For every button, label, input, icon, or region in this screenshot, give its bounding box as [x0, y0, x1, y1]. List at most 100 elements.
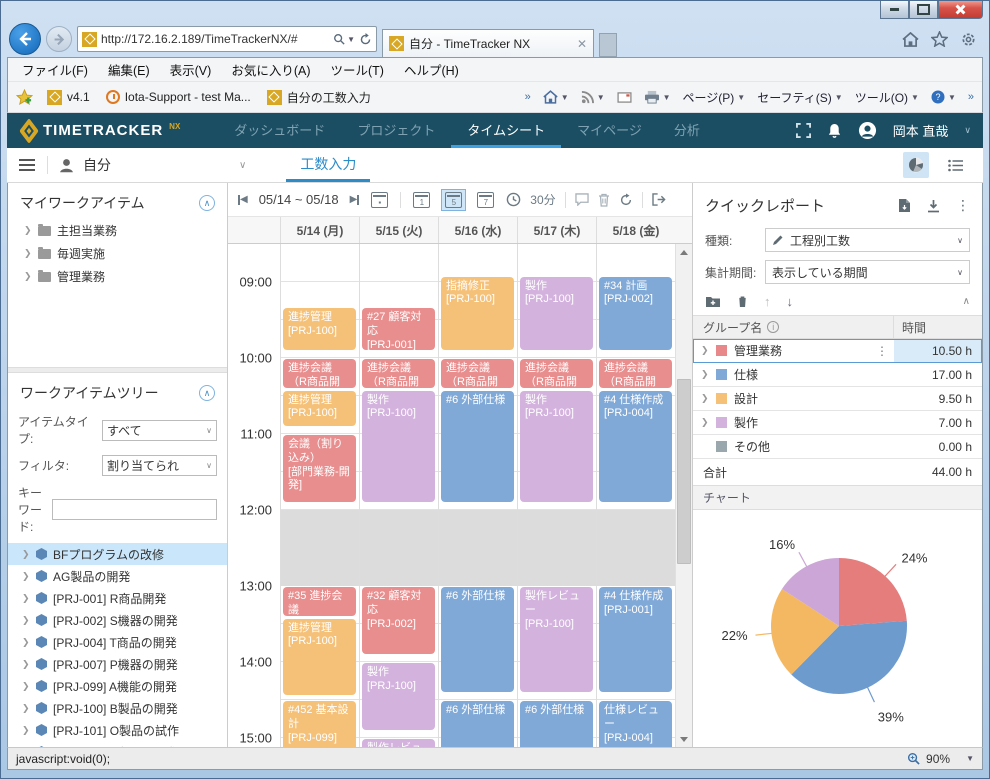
calendar-event[interactable]: #6 外部仕様: [520, 701, 593, 747]
calendar-event[interactable]: 会議（割り込み） [部門業務-開発]: [283, 435, 356, 502]
comment-icon[interactable]: [575, 193, 589, 206]
expand-chevron-icon[interactable]: ❯: [22, 549, 30, 560]
notifications-bell-icon[interactable]: [827, 123, 842, 139]
project-item[interactable]: ❯AG製品の開発: [8, 565, 227, 587]
favorites-star-icon[interactable]: [931, 31, 948, 47]
day-column[interactable]: #27 顧客対応 [PRJ-001] 進捗会議 （R商品開発） 製作 [PRJ-10…: [359, 244, 438, 747]
menu-item[interactable]: ファイル(F): [22, 60, 88, 79]
window-minimize-button[interactable]: [880, 1, 909, 19]
item-type-select[interactable]: すべて∨: [102, 420, 217, 441]
project-item[interactable]: ❯[PRJ-100] B製品の開発: [8, 697, 227, 719]
scrollbar-thumb[interactable]: [677, 379, 691, 564]
calendar-grid[interactable]: 進捗管理 [PRJ-100]進捗会議 （R商品開発）進捗管理 [PRJ-100]…: [280, 244, 675, 747]
tools-menu[interactable]: ツール(O)▼: [855, 89, 919, 106]
menu-item[interactable]: 編集(E): [108, 60, 150, 79]
calendar-event[interactable]: 進捗管理 [PRJ-100]: [283, 308, 356, 349]
tab-close-icon[interactable]: ✕: [577, 37, 587, 51]
expand-chevron-icon[interactable]: ❯: [24, 225, 32, 236]
folder-item[interactable]: ❯毎週実施: [8, 242, 227, 265]
expand-chevron-icon[interactable]: ❯: [24, 271, 32, 282]
calendar-event[interactable]: 指摘修正 [PRJ-100]: [441, 277, 514, 350]
read-mail-button[interactable]: [617, 92, 632, 103]
folder-item[interactable]: ❯主担当業務: [8, 219, 227, 242]
report-type-select[interactable]: 工程別工数∨: [765, 228, 970, 252]
report-row[interactable]: ❯製作7.00 h: [693, 411, 982, 435]
download-icon[interactable]: [927, 199, 940, 213]
day-column[interactable]: 製作 [PRJ-100]進捗会議 （R商品開発）製作 [PRJ-100]製作レビ…: [517, 244, 596, 747]
url-text[interactable]: http://172.16.2.189/TimeTrackerNX/#: [101, 32, 329, 46]
search-dropdown[interactable]: ▼: [333, 33, 355, 45]
calendar-event[interactable]: #32 顧客対応 [PRJ-002]: [362, 587, 435, 654]
add-group-icon[interactable]: [705, 295, 721, 308]
home-menu-button[interactable]: ▼: [543, 90, 569, 104]
back-button[interactable]: [9, 23, 41, 55]
expand-chevron-icon[interactable]: ❯: [701, 369, 709, 380]
project-item[interactable]: ❯BFプログラムの改修: [8, 543, 227, 565]
day-view-button[interactable]: 1: [410, 190, 433, 210]
window-maximize-button[interactable]: [909, 1, 938, 19]
calendar-event[interactable]: 進捗会議 （R商品開発）: [599, 359, 672, 388]
day-column[interactable]: 進捗管理 [PRJ-100]進捗会議 （R商品開発）進捗管理 [PRJ-100]…: [280, 244, 359, 747]
calendar-event[interactable]: 製作 [PRJ-100]: [520, 391, 593, 502]
calendar-event[interactable]: 進捗管理 [PRJ-100]: [283, 391, 356, 426]
favorite-item[interactable]: 自分の工数入力: [267, 89, 371, 106]
collapse-panel-icon[interactable]: ∧: [199, 195, 215, 211]
calendar-event[interactable]: #34 計画 [PRJ-002]: [599, 277, 672, 350]
calendar-event[interactable]: 製作レビュー [PRJ-100]: [362, 739, 435, 747]
work-week-view-button[interactable]: 5: [442, 190, 465, 210]
collapse-panel-icon[interactable]: ∧: [199, 385, 215, 401]
calendar-event[interactable]: 進捗会議 （R商品開発）: [362, 359, 435, 388]
app-nav-item[interactable]: 分析: [658, 113, 716, 148]
calendar-event[interactable]: #27 顧客対応 [PRJ-001]: [362, 308, 435, 349]
calendar-event[interactable]: 進捗会議 （R商品開発）: [441, 359, 514, 388]
delete-trash-icon[interactable]: [598, 193, 610, 207]
hamburger-menu-icon[interactable]: [19, 159, 35, 171]
keyword-input[interactable]: [52, 499, 217, 520]
scope-selector[interactable]: 自分 ∨: [48, 148, 256, 182]
zoom-level[interactable]: 90%: [926, 752, 950, 766]
app-nav-item[interactable]: プロジェクト: [341, 113, 451, 148]
expand-chevron-icon[interactable]: ❯: [701, 345, 709, 356]
favorite-item[interactable]: v4.1: [47, 89, 90, 106]
calendar-event[interactable]: #6 外部仕様: [441, 587, 514, 692]
day-column[interactable]: #34 計画 [PRJ-002] 進捗会議 （R商品開発） #4 仕様作成 [PRJ…: [596, 244, 675, 747]
day-column[interactable]: 指摘修正 [PRJ-100]進捗会議 （R商品開発）#6 外部仕様#6 外部仕様…: [438, 244, 517, 747]
page-menu[interactable]: ページ(P)▼: [683, 89, 746, 106]
new-tab-stub[interactable]: [599, 33, 617, 57]
calendar-event[interactable]: 進捗会議 （R商品開発）: [520, 359, 593, 388]
calendar-event[interactable]: #4 仕様作成 [PRJ-001]: [599, 587, 672, 692]
move-up-icon[interactable]: ↑: [764, 294, 771, 309]
expand-chevron-icon[interactable]: ❯: [22, 637, 30, 648]
address-bar[interactable]: http://172.16.2.189/TimeTrackerNX/# ▼: [77, 26, 377, 52]
project-item[interactable]: ❯[PRJ-007] P機器の開発: [8, 653, 227, 675]
expand-chevron-icon[interactable]: ❯: [22, 681, 30, 692]
week-view-button[interactable]: 7: [474, 190, 497, 210]
add-favorite-star-icon[interactable]: [16, 89, 33, 105]
menu-item[interactable]: お気に入り(A): [231, 60, 310, 79]
export-report-icon[interactable]: [898, 198, 911, 213]
safety-menu[interactable]: セーフティ(S)▼: [757, 89, 842, 106]
zoom-caret-icon[interactable]: ▼: [966, 754, 974, 763]
app-nav-item[interactable]: ダッシュボード: [218, 113, 341, 148]
rss-button[interactable]: ▼: [581, 91, 605, 104]
reload-icon[interactable]: [619, 193, 633, 207]
report-pane-toggle[interactable]: [903, 152, 929, 178]
day-header[interactable]: 5/18 (金): [596, 217, 675, 243]
scope-chevron-icon[interactable]: ∨: [239, 160, 246, 171]
expand-chevron-icon[interactable]: ❯: [22, 659, 30, 670]
list-view-toggle[interactable]: [943, 152, 969, 178]
expand-chevron-icon[interactable]: ❯: [22, 703, 30, 714]
expand-chevron-icon[interactable]: ❯: [22, 571, 30, 582]
calendar-scrollbar[interactable]: [675, 244, 692, 747]
calendar-event[interactable]: 製作 [PRJ-100]: [362, 391, 435, 502]
pie-slice-管理業務[interactable]: [839, 558, 907, 626]
expand-chevron-icon[interactable]: ❯: [701, 417, 709, 428]
today-button[interactable]: ▪: [368, 190, 391, 210]
expand-chevron-icon[interactable]: ❯: [701, 393, 709, 404]
prev-week-button[interactable]: ◀: [238, 194, 248, 205]
report-period-select[interactable]: 表示している期間∨: [765, 260, 970, 284]
project-item[interactable]: ❯[PRJ-099] A機能の開発: [8, 675, 227, 697]
time-interval-clock-icon[interactable]: [506, 192, 521, 207]
move-down-icon[interactable]: ↓: [787, 294, 794, 309]
interval-value[interactable]: 30分: [530, 191, 555, 208]
